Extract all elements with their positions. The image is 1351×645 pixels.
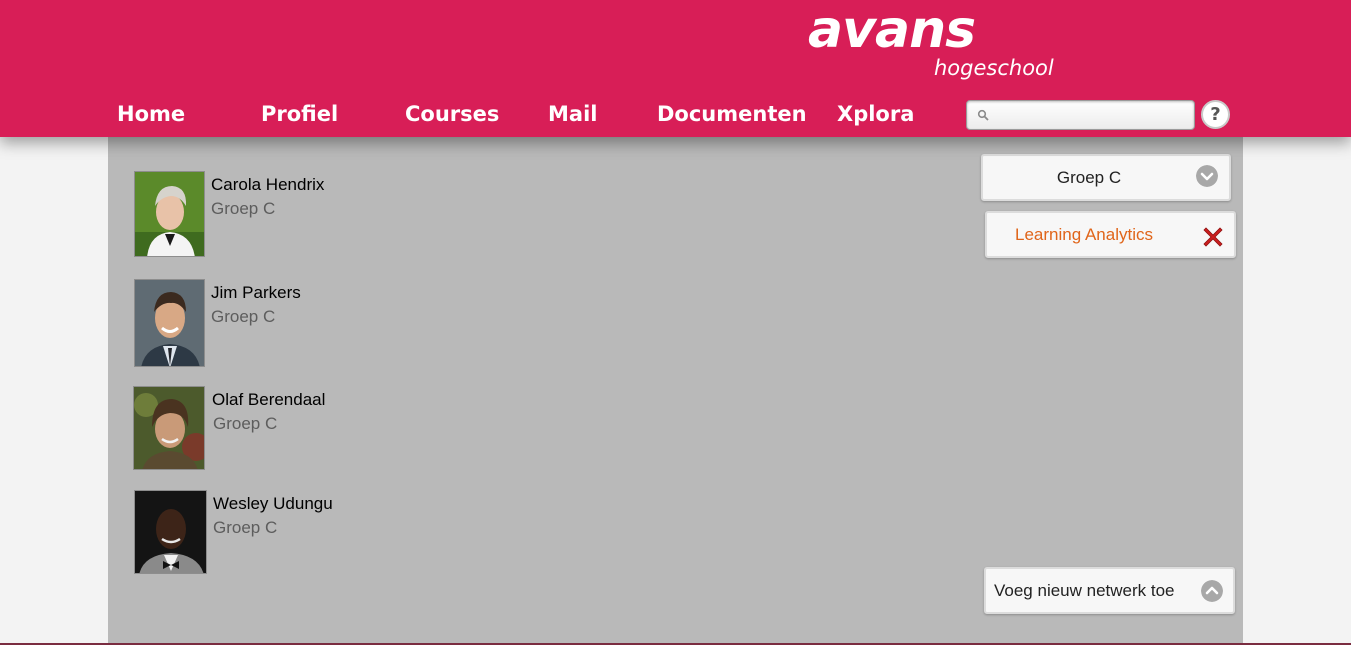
search-box [966, 100, 1195, 130]
member-item[interactable]: Carola Hendrix Groep C [134, 171, 534, 261]
logo-main-text: avans [808, 0, 976, 60]
close-icon[interactable] [1201, 225, 1225, 249]
group-select-label: Groep C [1056, 168, 1122, 187]
site-header: avans hogeschool Home Profiel Courses Ma… [0, 0, 1351, 137]
member-name: Olaf Berendaal [212, 390, 326, 409]
chevron-down-icon[interactable] [1196, 165, 1218, 187]
analytics-tag-label: Learning Analytics [1015, 225, 1153, 244]
member-group: Groep C [213, 518, 278, 537]
avatar [134, 279, 205, 367]
member-name: Wesley Udungu [213, 494, 333, 513]
network-panel: Carola Hendrix Groep C Jim Parkers Groep… [108, 137, 1243, 645]
member-name: Carola Hendrix [211, 175, 325, 194]
member-group: Groep C [213, 414, 278, 433]
avatar [134, 490, 207, 574]
member-group: Groep C [211, 199, 276, 218]
search-icon [977, 109, 989, 121]
member-name: Jim Parkers [211, 283, 301, 302]
help-icon[interactable]: ? [1201, 100, 1230, 129]
search-input[interactable] [995, 104, 1190, 126]
avatar [133, 386, 205, 470]
group-select[interactable]: Groep C [981, 154, 1231, 201]
member-item[interactable]: Jim Parkers Groep C [134, 279, 534, 369]
main-nav: Home Profiel Courses Mail Documenten Xpl… [0, 96, 960, 132]
learning-analytics-tag[interactable]: Learning Analytics [985, 211, 1236, 258]
avatar [134, 171, 205, 257]
add-network-label: Voeg nieuw netwerk toe [994, 581, 1175, 600]
avans-logo[interactable]: avans hogeschool [808, 0, 1054, 86]
member-group: Groep C [211, 307, 276, 326]
nav-home[interactable]: Home [117, 96, 185, 132]
nav-xplora[interactable]: Xplora [837, 96, 914, 132]
nav-courses[interactable]: Courses [405, 96, 499, 132]
nav-profiel[interactable]: Profiel [261, 96, 338, 132]
member-item[interactable]: Wesley Udungu Groep C [134, 490, 534, 580]
logo-sub-text: hogeschool [934, 56, 1054, 80]
chevron-up-icon[interactable] [1201, 580, 1223, 602]
nav-mail[interactable]: Mail [548, 96, 597, 132]
add-network-button[interactable]: Voeg nieuw netwerk toe [984, 567, 1235, 614]
member-item[interactable]: Olaf Berendaal Groep C [133, 386, 533, 476]
nav-documenten[interactable]: Documenten [657, 96, 807, 132]
